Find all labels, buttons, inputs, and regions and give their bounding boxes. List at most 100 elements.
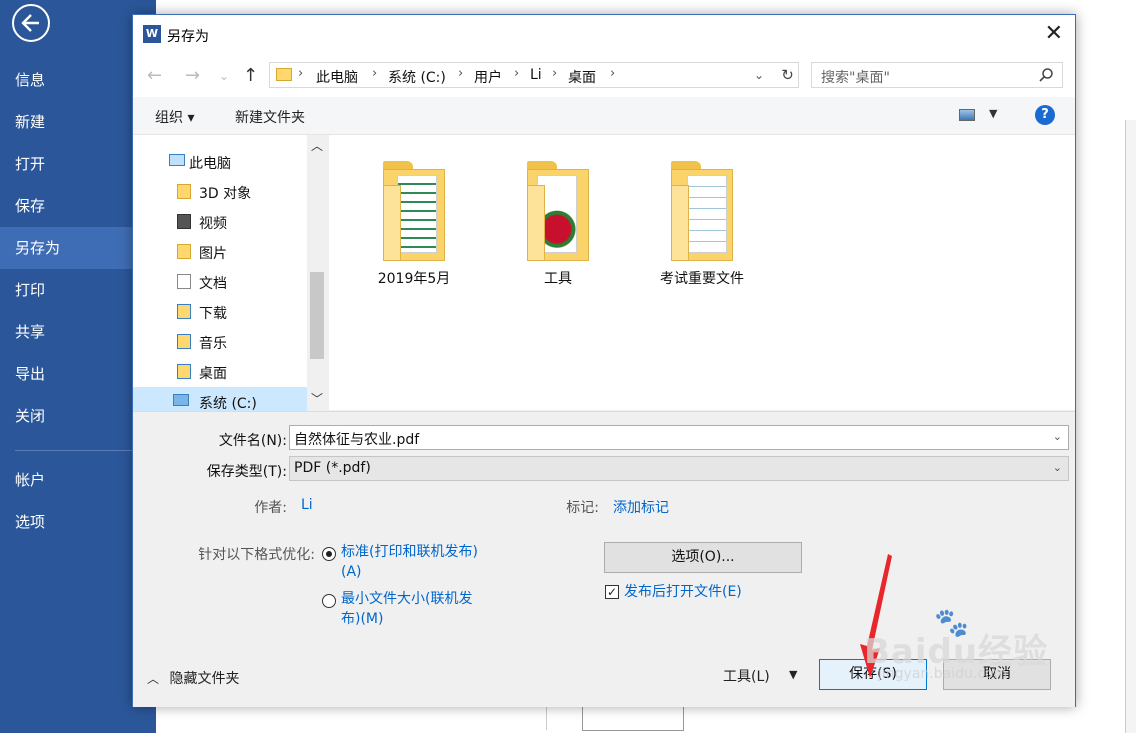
tree-item-label: 系统 (C:) bbox=[199, 396, 257, 412]
backstage-item-save[interactable]: 保存 bbox=[0, 185, 132, 227]
optimize-standard-radio[interactable] bbox=[322, 547, 336, 561]
add-tags-link[interactable]: 添加标记 bbox=[613, 497, 669, 517]
chevron-right-icon[interactable]: › bbox=[458, 66, 463, 81]
watermark-url: jingyan.baidu.com bbox=[878, 666, 1008, 682]
chevron-down-icon[interactable]: ⌄ bbox=[1053, 461, 1062, 474]
scrollbar-thumb[interactable] bbox=[310, 272, 324, 359]
chevron-up-icon: ︿ bbox=[147, 672, 160, 686]
chevron-down-icon[interactable]: ﹀ bbox=[311, 390, 323, 407]
tree-item-desktop[interactable]: 桌面 bbox=[133, 357, 307, 387]
refresh-icon[interactable]: ↻ bbox=[777, 62, 799, 88]
view-dropdown-icon[interactable]: ▼ bbox=[989, 107, 997, 120]
tree-item-this-pc[interactable]: 此电脑 bbox=[133, 147, 307, 177]
backstage-divider bbox=[15, 450, 132, 451]
optimize-standard-line1: 标准(打印和联机发布) bbox=[341, 544, 478, 560]
backstage-item-open[interactable]: 打开 bbox=[0, 143, 132, 185]
folder-name: 工具 bbox=[544, 271, 572, 287]
open-after-publish-label[interactable]: 发布后打开文件(E) bbox=[624, 581, 742, 601]
tree-item-label: 桌面 bbox=[199, 366, 227, 382]
chevron-down-icon[interactable]: ⌄ bbox=[754, 68, 764, 82]
breadcrumb-system-c[interactable]: 系统 (C:) bbox=[388, 67, 446, 87]
authors-value[interactable]: Li bbox=[301, 497, 313, 513]
open-after-publish-checkbox[interactable]: ✓ bbox=[605, 585, 619, 599]
tree-scrollbar[interactable]: ︿ ﹀ bbox=[307, 135, 327, 410]
breadcrumb-desktop[interactable]: 桌面 bbox=[568, 67, 596, 87]
video-icon bbox=[177, 214, 191, 229]
backstage-item-share[interactable]: 共享 bbox=[0, 311, 132, 353]
close-icon[interactable]: ✕ bbox=[1045, 21, 1063, 46]
back-arrow-icon[interactable] bbox=[12, 4, 50, 42]
recent-locations-chevron-icon[interactable]: ⌄ bbox=[219, 69, 229, 83]
breadcrumb-this-pc[interactable]: 此电脑 bbox=[316, 67, 358, 87]
folder-name: 2019年5月 bbox=[377, 271, 451, 287]
filename-value: 自然体征与农业.pdf bbox=[294, 432, 420, 448]
tools-menu[interactable]: 工具(L) bbox=[723, 666, 770, 686]
pictures-icon bbox=[177, 244, 191, 259]
tree-item-videos[interactable]: 视频 bbox=[133, 207, 307, 237]
chevron-down-icon[interactable]: ⌄ bbox=[1053, 430, 1062, 443]
chevron-right-icon[interactable]: › bbox=[372, 66, 377, 81]
optimize-standard-label[interactable]: 标准(打印和联机发布) (A) bbox=[341, 542, 478, 582]
tree-item-documents[interactable]: 文档 bbox=[133, 267, 307, 297]
backstage-item-save-as[interactable]: 另存为 bbox=[0, 227, 132, 269]
chevron-up-icon[interactable]: ︿ bbox=[311, 137, 323, 154]
filename-input[interactable]: 自然体征与农业.pdf ⌄ bbox=[289, 425, 1069, 450]
optimize-label: 针对以下格式优化: bbox=[198, 547, 315, 563]
backstage-item-close[interactable]: 关闭 bbox=[0, 395, 132, 437]
backstage-item-new[interactable]: 新建 bbox=[0, 101, 132, 143]
download-icon bbox=[177, 304, 191, 319]
optimize-minimum-label[interactable]: 最小文件大小(联机发 布)(M) bbox=[341, 589, 472, 629]
tree-item-label: 下载 bbox=[199, 306, 227, 322]
options-button[interactable]: 选项(O)... bbox=[604, 542, 802, 573]
up-arrow-icon[interactable]: ↑ bbox=[243, 65, 258, 86]
filetype-select[interactable]: PDF (*.pdf) ⌄ bbox=[289, 456, 1069, 481]
backstage-item-options[interactable]: 选项 bbox=[0, 501, 132, 543]
folder-tile[interactable]: 2019年5月 bbox=[349, 155, 479, 295]
search-input[interactable]: 搜索"桌面" bbox=[811, 62, 1063, 88]
file-list: 2019年5月 工具 考试重要文件 bbox=[329, 135, 1075, 410]
chevron-right-icon[interactable]: › bbox=[298, 66, 303, 81]
chevron-right-icon[interactable]: › bbox=[610, 66, 615, 81]
forward-icon[interactable]: → bbox=[185, 65, 200, 86]
optimize-minimum-line2: 布)(M) bbox=[341, 611, 384, 627]
tree-item-downloads[interactable]: 下载 bbox=[133, 297, 307, 327]
address-bar[interactable]: › 此电脑 › 系统 (C:) › 用户 › Li › 桌面 › ⌄ bbox=[269, 62, 799, 88]
3d-objects-icon bbox=[177, 184, 191, 199]
search-placeholder: 搜索"桌面" bbox=[821, 70, 890, 86]
navigation-bar: ← → ⌄ ↑ › 此电脑 › 系统 (C:) › 用户 › Li › 桌面 ›… bbox=[133, 55, 1075, 97]
optimize-standard-line2: (A) bbox=[341, 564, 362, 580]
tree-item-3d-objects[interactable]: 3D 对象 bbox=[133, 177, 307, 207]
backstage-item-export[interactable]: 导出 bbox=[0, 353, 132, 395]
filename-label: 文件名(N): bbox=[218, 433, 287, 449]
backstage-item-print[interactable]: 打印 bbox=[0, 269, 132, 311]
new-folder-button[interactable]: 新建文件夹 bbox=[235, 107, 305, 127]
hide-folders-toggle[interactable]: ︿ 隐藏文件夹 bbox=[147, 668, 239, 688]
tree-item-label: 3D 对象 bbox=[199, 186, 252, 202]
back-icon[interactable]: ← bbox=[147, 65, 162, 86]
computer-icon bbox=[169, 154, 185, 166]
breadcrumb-users[interactable]: 用户 bbox=[474, 67, 502, 87]
folder-tile[interactable]: 考试重要文件 bbox=[637, 155, 767, 295]
tree-item-pictures[interactable]: 图片 bbox=[133, 237, 307, 267]
chevron-right-icon[interactable]: › bbox=[552, 66, 557, 81]
optimize-minimum-line1: 最小文件大小(联机发 bbox=[341, 591, 473, 607]
save-as-dialog: W 另存为 ✕ ← → ⌄ ↑ › 此电脑 › 系统 (C:) › 用户 › L… bbox=[132, 14, 1076, 707]
tools-dropdown-icon[interactable]: ▼ bbox=[789, 668, 797, 681]
folder-tile[interactable]: 工具 bbox=[493, 155, 623, 295]
help-icon[interactable]: ? bbox=[1035, 105, 1055, 125]
backstage-item-info[interactable]: 信息 bbox=[0, 59, 132, 101]
hide-folders-label: 隐藏文件夹 bbox=[169, 671, 240, 687]
search-icon bbox=[1039, 68, 1053, 82]
organize-menu[interactable]: 组织 ▾ bbox=[155, 107, 194, 127]
backstage-item-account[interactable]: 帐户 bbox=[0, 459, 132, 501]
tree-item-label: 音乐 bbox=[199, 336, 227, 352]
authors-label: 作者: bbox=[254, 500, 287, 516]
view-options-icon[interactable] bbox=[959, 109, 975, 121]
chevron-right-icon[interactable]: › bbox=[514, 66, 519, 81]
tree-item-label: 视频 bbox=[199, 216, 227, 232]
tree-item-label: 文档 bbox=[199, 276, 227, 292]
optimize-minimum-radio[interactable] bbox=[322, 594, 336, 608]
dialog-title: 另存为 bbox=[167, 29, 209, 45]
tree-item-music[interactable]: 音乐 bbox=[133, 327, 307, 357]
breadcrumb-li[interactable]: Li bbox=[530, 67, 542, 83]
